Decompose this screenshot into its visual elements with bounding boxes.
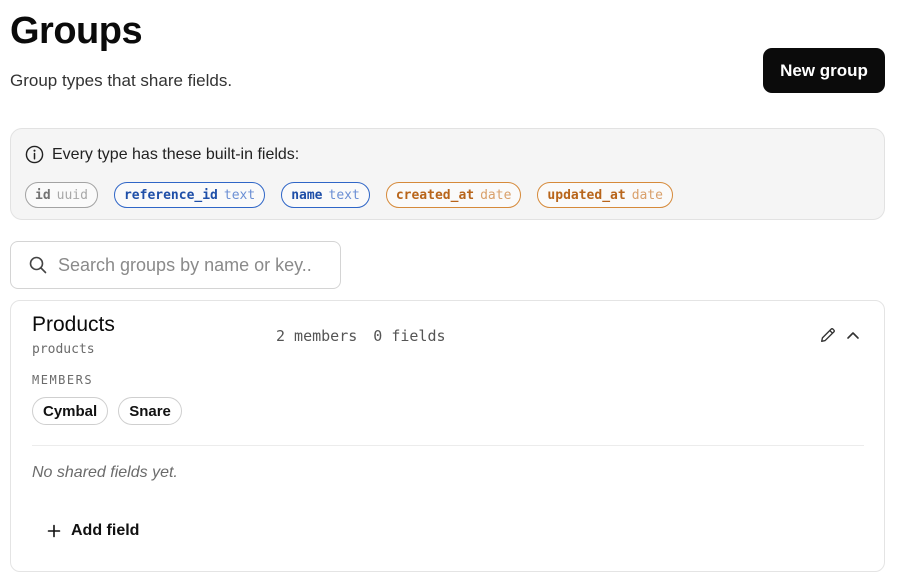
search-icon (28, 255, 48, 275)
members-label: MEMBERS (32, 373, 94, 387)
builtin-fields-panel: Every type has these built-in fields: id… (10, 128, 885, 220)
field-name: updated_at (547, 187, 626, 203)
page-title: Groups (10, 10, 143, 52)
group-stats: 2 members 0 fields (276, 327, 446, 345)
field-name: reference_id (123, 187, 218, 203)
info-icon (25, 145, 44, 164)
field-type: text (223, 187, 256, 203)
chevron-up-icon[interactable] (845, 327, 861, 343)
field-type: date (631, 187, 664, 203)
group-key: products (32, 342, 95, 357)
builtin-fields-title: Every type has these built-in fields: (52, 145, 300, 163)
pencil-icon[interactable] (819, 326, 837, 344)
group-card-products: Products products 2 members 0 fields MEM… (10, 300, 885, 572)
field-name: created_at (395, 187, 475, 203)
plus-icon (47, 524, 61, 538)
fields-count: 0 fields (373, 327, 446, 345)
field-type: text (328, 187, 360, 203)
search-input[interactable] (58, 254, 328, 276)
field-name: id (35, 187, 51, 203)
builtin-field-chip-id: id uuid (25, 182, 98, 208)
add-field-button[interactable]: Add field (47, 519, 139, 543)
builtin-field-chip-name: name text (281, 182, 370, 208)
field-type: date (480, 187, 512, 203)
builtin-field-chip-reference-id: reference_id text (113, 182, 266, 208)
builtin-field-chip-updated-at: updated_at date (537, 182, 674, 208)
members-list: Cymbal Snare (32, 397, 182, 425)
page-subtitle: Group types that share fields. (10, 71, 233, 90)
empty-fields-text: No shared fields yet. (32, 464, 178, 481)
member-chip[interactable]: Cymbal (32, 397, 109, 425)
field-name: name (291, 187, 323, 203)
members-count: 2 members (276, 327, 358, 345)
new-group-button[interactable]: New group (763, 48, 885, 93)
builtin-fields-header: Every type has these built-in fields: (25, 145, 299, 164)
search-box[interactable] (10, 241, 341, 289)
member-chip[interactable]: Snare (118, 397, 182, 425)
builtin-field-chips: id uuid reference_id text name text created… (25, 182, 674, 208)
add-field-label: Add field (71, 522, 140, 539)
divider (32, 445, 864, 446)
group-name: Products (32, 313, 115, 336)
builtin-field-chip-created-at: created_at date (385, 182, 522, 208)
field-type: uuid (56, 187, 88, 203)
